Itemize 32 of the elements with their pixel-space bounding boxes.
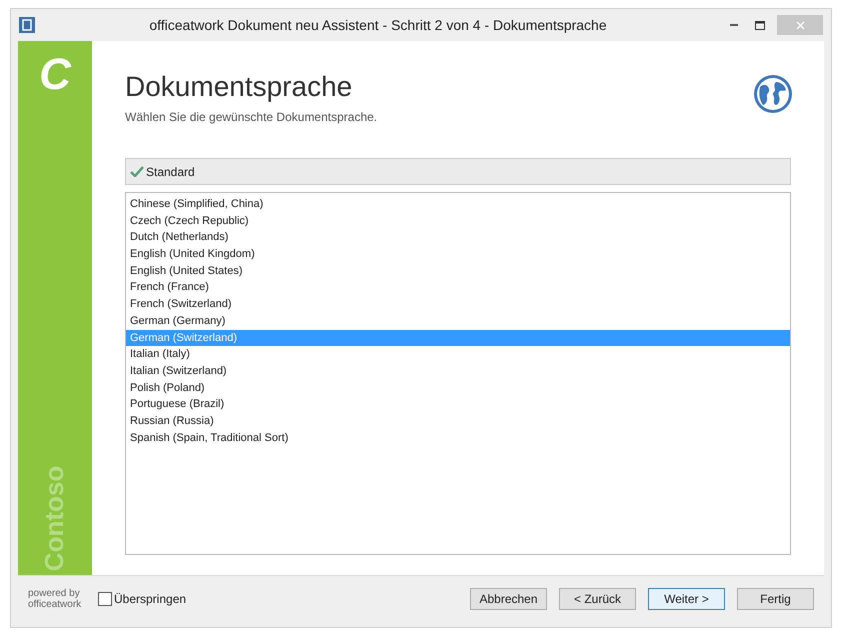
language-item[interactable]: Italian (Italy) [126, 346, 790, 363]
skip-checkbox[interactable] [98, 592, 112, 606]
language-item[interactable]: Dutch (Netherlands) [126, 229, 790, 246]
footer-button[interactable]: Fertig [737, 588, 814, 610]
language-item[interactable]: English (United States) [126, 262, 790, 280]
minimize-icon [730, 24, 738, 26]
app-icon [19, 17, 35, 33]
language-item[interactable]: Portuguese (Brazil) [126, 396, 790, 413]
powered-by-label: powered by officeatwork [28, 588, 82, 610]
language-item[interactable]: Russian (Russia) [126, 412, 790, 430]
window-title: officeatwork Dokument neu Assistent - Schritt 2 von 4 - Dokumentsprache [148, 16, 608, 35]
language-item[interactable]: Czech (Czech Republic) [126, 212, 790, 230]
language-item[interactable]: Spanish (Spain, Traditional Sort) [126, 430, 790, 446]
language-item[interactable]: Polish (Poland) [126, 380, 790, 396]
maximize-icon [755, 20, 765, 30]
standard-button[interactable]: Standard [125, 158, 791, 185]
skip-label[interactable]: Überspringen [114, 590, 186, 608]
close-icon [796, 20, 804, 30]
language-item[interactable]: French (Switzerland) [126, 296, 790, 313]
page-subtitle: Wählen Sie die gewünschte Dokumentsprache. [125, 109, 378, 126]
language-item[interactable]: Chinese (Simplified, China) [126, 196, 790, 213]
logo: C [39, 53, 71, 97]
footer-button[interactable]: Weiter > [648, 588, 725, 610]
globe-icon [752, 73, 794, 115]
footer-button[interactable]: Abbrechen [470, 588, 547, 610]
language-item[interactable]: English (United Kingdom) [126, 246, 790, 263]
footer-button[interactable]: < Zurück [559, 588, 636, 610]
language-item[interactable]: French (France) [126, 279, 790, 296]
page-title: Dokumentsprache [125, 70, 354, 104]
language-item[interactable]: Italian (Switzerland) [126, 362, 790, 380]
brand-label: Contoso [38, 465, 70, 571]
language-item[interactable]: German (Germany) [126, 312, 790, 330]
